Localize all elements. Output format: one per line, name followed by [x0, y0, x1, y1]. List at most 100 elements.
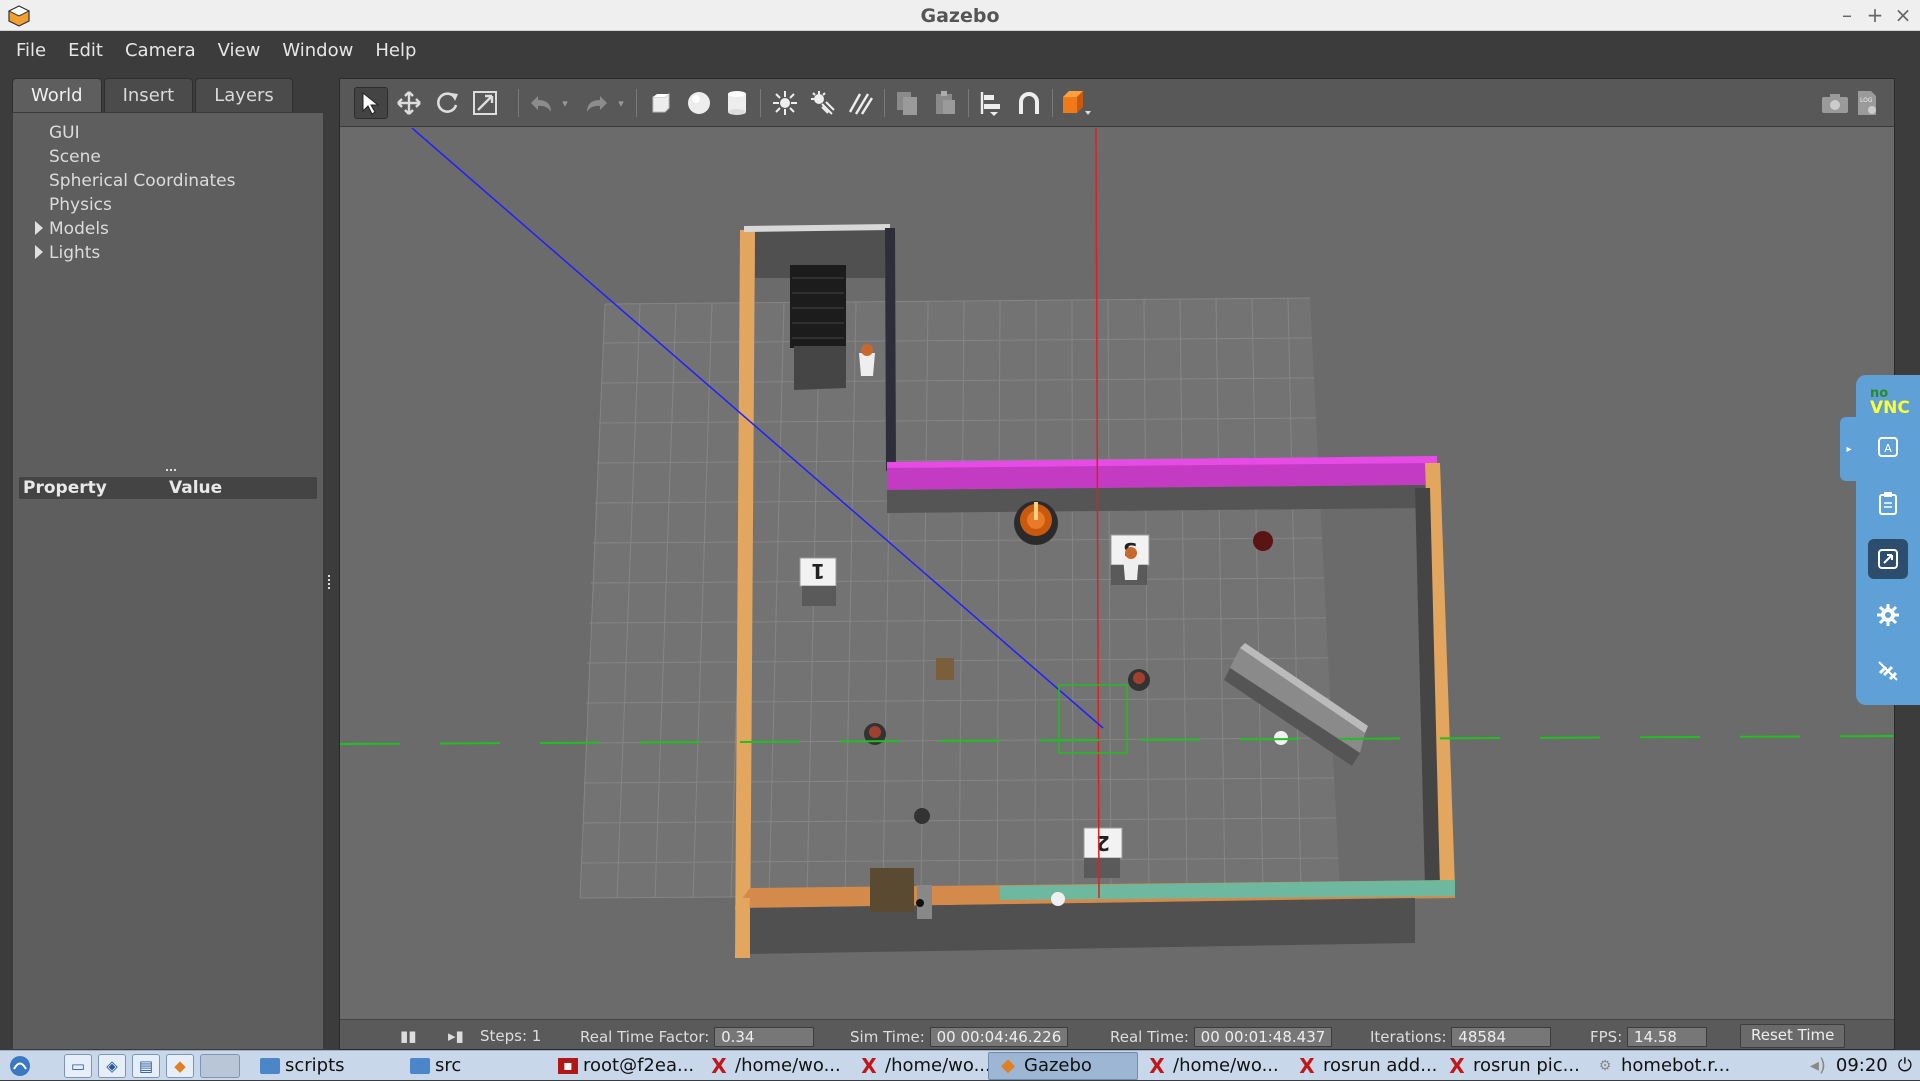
taskbar-item-xterm-3[interactable]: X /home/wo...: [1138, 1052, 1288, 1080]
ground-grid: [579, 297, 1341, 899]
tab-insert[interactable]: Insert: [103, 78, 194, 112]
robot-arm-model[interactable]: [916, 885, 932, 919]
robot-model[interactable]: [1014, 501, 1058, 545]
panel-collapse-handle[interactable]: [328, 575, 332, 589]
cylinder-shape-icon[interactable]: [720, 87, 754, 119]
redo-dropdown-icon[interactable]: ▾: [612, 87, 630, 119]
taskbar-item-root-terminal[interactable]: ▪ root@f2ea...: [550, 1052, 700, 1080]
select-arrow-icon[interactable]: [354, 87, 388, 119]
expand-arrow-icon[interactable]: [35, 245, 43, 259]
browser-icon[interactable]: ◈: [98, 1053, 126, 1078]
undo-icon[interactable]: [524, 87, 558, 119]
splitter-handle[interactable]: [166, 469, 176, 473]
property-column-header[interactable]: Property: [19, 478, 169, 498]
box-shape-icon[interactable]: [644, 87, 678, 119]
taskbar-item-scripts[interactable]: scripts: [252, 1052, 402, 1080]
gazebo-launcher-icon[interactable]: ◆: [166, 1053, 194, 1078]
xterm-icon: X: [1149, 1053, 1165, 1078]
disconnect-icon[interactable]: [1868, 651, 1908, 691]
menu-view[interactable]: View: [208, 36, 271, 65]
clipboard-icon[interactable]: [1868, 483, 1908, 523]
bookshelf-model[interactable]: [790, 265, 846, 390]
settings-icon[interactable]: [1868, 595, 1908, 635]
log-icon[interactable]: LOG: [1850, 87, 1884, 119]
redo-icon[interactable]: [580, 87, 614, 119]
taskbar-item-src[interactable]: src: [402, 1052, 550, 1080]
point-light-icon[interactable]: [768, 87, 802, 119]
pause-icon[interactable]: ▮▮: [400, 1027, 417, 1045]
status-bar: ▮▮ ▸▮ Steps: 1 Real Time Factor: 0.34 Si…: [340, 1019, 1894, 1049]
taskbar-item-xterm-1[interactable]: X /home/wo...: [700, 1052, 850, 1080]
tab-layers[interactable]: Layers: [195, 78, 293, 112]
view-angle-icon[interactable]: [1060, 87, 1094, 119]
close-button[interactable]: ×: [1894, 3, 1912, 27]
3d-scene[interactable]: 1 3 2: [340, 128, 1894, 1018]
iterations-label: Iterations:: [1370, 1028, 1447, 1046]
taskbar-item-label: /home/wo...: [1173, 1055, 1279, 1076]
taskbar: ▭ ◈ ▤ ◆ scripts src ▪ root@f2ea... X /ho…: [0, 1050, 1920, 1080]
reset-time-button[interactable]: Reset Time: [1740, 1024, 1846, 1048]
tree-item-spherical-coordinates[interactable]: Spherical Coordinates: [49, 171, 235, 191]
keyboard-icon[interactable]: A: [1868, 427, 1908, 467]
marker-1[interactable]: 1: [799, 557, 837, 606]
ball-object[interactable]: [1274, 731, 1288, 745]
sphere-shape-icon[interactable]: [682, 87, 716, 119]
tab-world[interactable]: World: [12, 78, 102, 112]
screenshot-icon[interactable]: [1818, 87, 1852, 119]
tree-item-lights[interactable]: Lights: [35, 243, 100, 263]
ball-object[interactable]: [1051, 892, 1065, 906]
xterm-icon: X: [1299, 1053, 1315, 1078]
clock[interactable]: 09:20: [1836, 1055, 1888, 1076]
paste-icon[interactable]: [928, 87, 962, 119]
taskbar-item-rosrun-pic[interactable]: X rosrun pic...: [1438, 1052, 1586, 1080]
taskbar-item-homebot[interactable]: ⚙ homebot.r...: [1586, 1052, 1738, 1080]
svg-text:LOG: LOG: [1860, 97, 1873, 104]
taskbar-item-xterm-2[interactable]: X /home/wo...: [850, 1052, 988, 1080]
menu-help[interactable]: Help: [365, 36, 426, 65]
gazebo-icon: ◆: [1001, 1055, 1015, 1076]
tree-item-scene[interactable]: Scene: [49, 147, 101, 167]
taskbar-item-label: /home/wo...: [885, 1055, 988, 1076]
menu-camera[interactable]: Camera: [115, 36, 206, 65]
align-icon[interactable]: [974, 87, 1008, 119]
marker-2[interactable]: 2: [1083, 827, 1123, 878]
snap-icon[interactable]: [1012, 87, 1046, 119]
marker-1-label: 1: [811, 559, 825, 583]
menu-file[interactable]: File: [6, 36, 56, 65]
expand-arrow-icon[interactable]: [35, 221, 43, 235]
left-panel-tabs: World Insert Layers: [12, 78, 295, 112]
folder-icon: [410, 1057, 430, 1074]
minimize-button[interactable]: –: [1838, 3, 1856, 27]
directional-light-icon[interactable]: [844, 87, 878, 119]
terminal-icon: ▪: [558, 1057, 578, 1074]
tree-item-gui[interactable]: GUI: [49, 123, 80, 143]
fullscreen-icon[interactable]: [1868, 539, 1908, 579]
property-table-header: Property Value: [19, 477, 317, 499]
desktop-switcher[interactable]: [200, 1053, 240, 1078]
novnc-logo: no VNC: [1870, 387, 1910, 417]
rotate-icon[interactable]: [430, 87, 464, 119]
novnc-panel: ▸ no VNC A: [1840, 375, 1920, 705]
taskbar-item-label: homebot.r...: [1621, 1055, 1731, 1076]
translate-icon[interactable]: [392, 87, 426, 119]
power-icon[interactable]: ⏻: [1898, 1055, 1912, 1076]
file-manager-icon[interactable]: ▭: [64, 1053, 92, 1078]
taskbar-item-gazebo[interactable]: ◆ Gazebo: [988, 1051, 1138, 1080]
terminal-launcher-icon[interactable]: ▤: [132, 1053, 160, 1078]
tree-item-physics[interactable]: Physics: [49, 195, 112, 215]
spot-light-icon[interactable]: [806, 87, 840, 119]
scene-canvas[interactable]: 1 3 2: [340, 128, 1894, 1018]
undo-dropdown-icon[interactable]: ▾: [556, 87, 574, 119]
novnc-handle[interactable]: ▸: [1840, 417, 1858, 481]
start-menu-icon[interactable]: [0, 1051, 40, 1081]
value-column-header[interactable]: Value: [169, 478, 222, 498]
maximize-button[interactable]: +: [1866, 3, 1884, 27]
menu-edit[interactable]: Edit: [58, 36, 113, 65]
menu-window[interactable]: Window: [272, 36, 363, 65]
taskbar-item-rosrun-add[interactable]: X rosrun add...: [1288, 1052, 1438, 1080]
copy-icon[interactable]: [890, 87, 924, 119]
volume-icon[interactable]: ◂): [1810, 1055, 1826, 1076]
scale-icon[interactable]: [468, 87, 502, 119]
step-icon[interactable]: ▸▮: [448, 1027, 464, 1045]
tree-item-models[interactable]: Models: [35, 219, 109, 239]
